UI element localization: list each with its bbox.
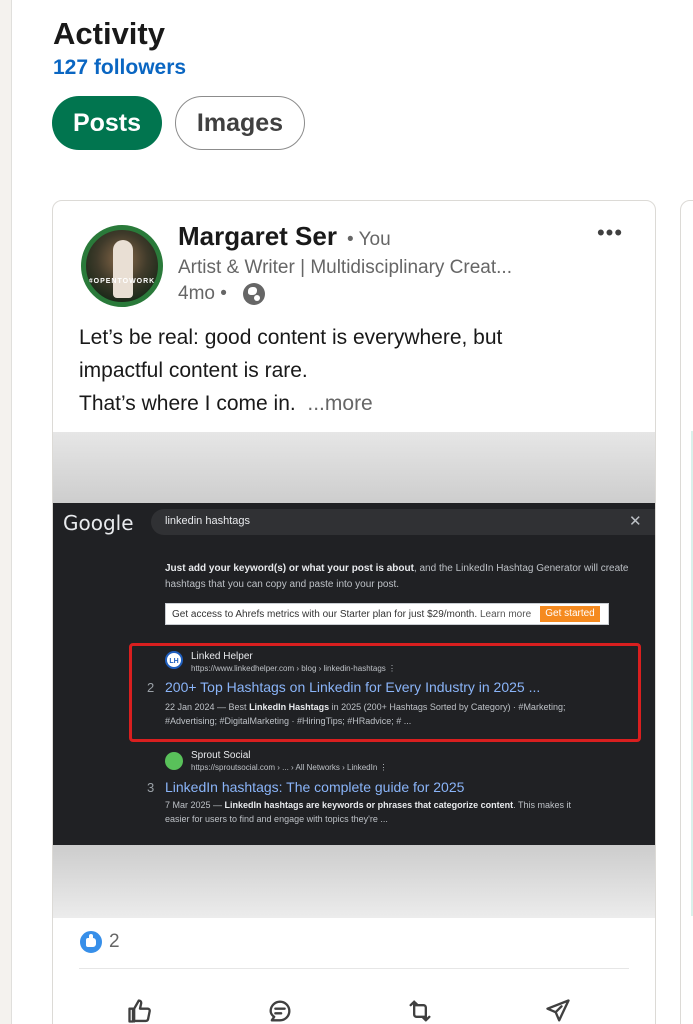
ahrefs-learn-more: Learn more [480, 609, 532, 620]
result-title: LinkedIn hashtags: The complete guide fo… [165, 779, 465, 795]
result-site: Linked Helper [191, 651, 253, 662]
send-icon [546, 999, 570, 1022]
result-url: https://sproutsocial.com › ... › All Net… [191, 763, 388, 772]
ahrefs-text: Get access to Ahrefs metrics with our St… [172, 609, 478, 620]
post-text-line: Let’s be real: good content is everywher… [79, 326, 503, 349]
author-you-tag: • You [347, 229, 391, 250]
linkedhelper-favicon-icon: LH [165, 651, 183, 669]
result-desc-rest: . This makes it [513, 800, 571, 810]
result-desc: 7 Mar 2025 — LinkedIn hashtags are keywo… [165, 800, 571, 810]
send-button[interactable] [541, 994, 575, 1024]
result-desc-bold: LinkedIn hashtags are keywords or phrase… [224, 800, 514, 810]
result-desc: easier for users to find and engage with… [165, 814, 388, 824]
post-text: Let’s be real: good content is everywher… [79, 321, 639, 420]
post-card: #OPENTOWORK Margaret Ser • You Artist & … [52, 200, 656, 1024]
author-headline: Artist & Writer | Multidisciplinary Crea… [178, 257, 512, 278]
next-post-card [680, 200, 693, 1024]
globe-icon [243, 283, 265, 305]
result-number: 2 [147, 680, 155, 695]
snippet-line: hashtags that you can copy and paste int… [165, 579, 400, 590]
avatar-ring-text: #OPENTOWORK [88, 278, 156, 285]
comment-button[interactable] [263, 994, 297, 1024]
snippet-line: Just add your keyword(s) or what your po… [165, 563, 629, 574]
repost-icon [409, 1000, 431, 1022]
snippet-bold: Just add your keyword(s) or what your po… [165, 563, 414, 574]
sproutsocial-favicon-icon [165, 752, 183, 770]
google-results-screenshot: Google linkedin hashtags ✕ Just add your… [53, 503, 655, 845]
result-desc: 22 Jan 2024 — Best LinkedIn Hashtags in … [165, 702, 565, 712]
snippet-rest: , and the LinkedIn Hashtag Generator wil… [413, 563, 629, 574]
result-desc-bold: LinkedIn Hashtags [249, 702, 330, 712]
result-number: 3 [147, 780, 155, 795]
like-button[interactable] [123, 994, 157, 1024]
post-text-line: That’s where I come in. ...more [79, 387, 639, 420]
left-rail [0, 0, 12, 1024]
google-query: linkedin hashtags [165, 515, 251, 527]
like-reaction-icon [79, 930, 103, 954]
result-url: https://www.linkedhelper.com › blog › li… [191, 664, 396, 673]
see-more-link[interactable]: ...more [307, 392, 372, 415]
post-image[interactable]: Google linkedin hashtags ✕ Just add your… [53, 432, 655, 918]
repost-button[interactable] [403, 994, 437, 1024]
close-icon: ✕ [629, 513, 642, 530]
post-time: 4mo • [178, 283, 227, 304]
tab-posts[interactable]: Posts [52, 96, 162, 150]
avatar[interactable]: #OPENTOWORK [81, 225, 163, 307]
post-text-line: impactful content is rare. [79, 359, 308, 382]
result-site: Sprout Social [191, 750, 251, 761]
google-logo: Google [63, 511, 134, 535]
result-desc: #Advertising; #DigitalMarketing · #Hirin… [165, 716, 412, 726]
activity-panel: Activity 127 followers Posts Images #OPE… [12, 0, 693, 1024]
tab-images[interactable]: Images [175, 96, 305, 150]
more-options-icon[interactable]: ••• [595, 221, 625, 251]
post-text-line-content: That’s where I come in. [79, 392, 296, 415]
result-desc-plain: 7 Mar 2025 — [165, 800, 225, 810]
result-desc-plain: 22 Jan 2024 — Best [165, 702, 250, 712]
google-search-bar: linkedin hashtags ✕ [151, 509, 655, 535]
comment-icon [269, 1000, 291, 1022]
section-title: Activity [53, 16, 165, 51]
like-icon [128, 999, 151, 1023]
reactions-summary[interactable]: 2 [79, 929, 120, 955]
result-desc-rest: in 2025 (200+ Hashtags Sorted by Categor… [329, 702, 566, 712]
followers-link[interactable]: 127 followers [53, 56, 186, 80]
divider [79, 968, 629, 969]
author-name[interactable]: Margaret Ser [178, 221, 337, 252]
result-title: 200+ Top Hashtags on Linkedin for Every … [165, 679, 541, 695]
ahrefs-get-started: Get started [540, 606, 600, 622]
ahrefs-banner: Get access to Ahrefs metrics with our St… [165, 603, 609, 625]
reaction-count: 2 [109, 931, 120, 952]
